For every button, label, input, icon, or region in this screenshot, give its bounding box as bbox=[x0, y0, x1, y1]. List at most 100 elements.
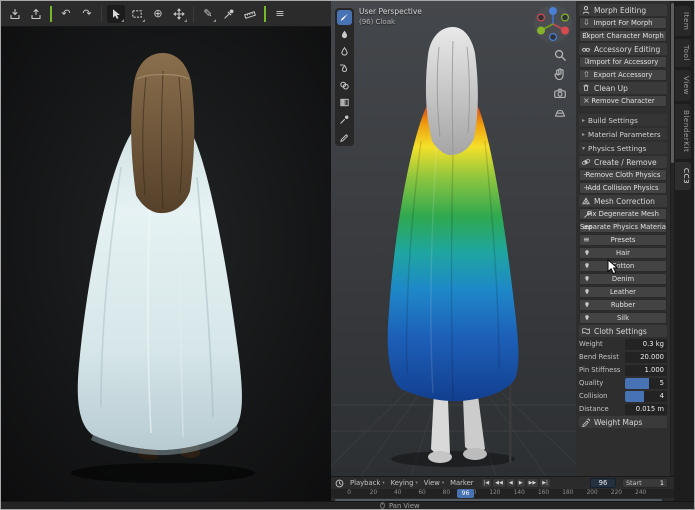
tab-blenderkit[interactable]: BlenderKit bbox=[675, 104, 691, 159]
fix-degenerate-mesh-button[interactable]: Fix Degenerate Mesh bbox=[579, 208, 667, 220]
remove-character-button[interactable]: × Remove Character bbox=[579, 95, 667, 107]
remove-cloth-physics-button[interactable]: − Remove Cloth Physics bbox=[579, 169, 667, 181]
smear-brush-tool[interactable] bbox=[337, 61, 352, 76]
preset-pin-icon bbox=[585, 276, 589, 282]
gradient-tool[interactable] bbox=[337, 95, 352, 110]
clone-brush-tool[interactable] bbox=[337, 78, 352, 93]
undo-button[interactable]: ↶ bbox=[57, 5, 75, 23]
cloth-weight-field[interactable]: 0.3 kg bbox=[625, 338, 667, 350]
cursor-tool-button[interactable]: ⊕ bbox=[149, 5, 167, 23]
gizmo-y-axis[interactable] bbox=[537, 26, 545, 35]
morph-editing-header[interactable]: Morph Editing bbox=[579, 4, 667, 16]
material-parameters-toggle[interactable]: ▸ Material Parameters bbox=[579, 128, 667, 140]
render-preview-viewport[interactable] bbox=[1, 27, 331, 501]
next-keyframe-button[interactable]: ▶▶ bbox=[526, 479, 539, 487]
menu-keying[interactable]: Keying ▾ bbox=[391, 479, 418, 487]
cloth-pin-stiffness-row: Pin Stiffness 1.000 bbox=[579, 364, 667, 376]
eyedropper-tool-button[interactable] bbox=[220, 5, 238, 23]
measure-ruler-icon bbox=[244, 10, 256, 19]
export-file-button[interactable] bbox=[27, 5, 45, 23]
cloth-quality-slider[interactable]: 5 bbox=[625, 377, 667, 389]
gizmo-x-axis[interactable] bbox=[561, 26, 569, 35]
blur-brush-tool[interactable] bbox=[337, 27, 352, 42]
create-remove-header[interactable]: Create / Remove bbox=[579, 156, 667, 168]
current-frame-field[interactable]: 96 bbox=[590, 478, 616, 488]
cloth-settings-header[interactable]: Cloth Settings bbox=[579, 325, 667, 337]
redo-button[interactable]: ↷ bbox=[78, 5, 96, 23]
sample-weight-tool[interactable] bbox=[337, 112, 352, 127]
timeline-clock-icon[interactable] bbox=[335, 479, 344, 488]
cloth-distance-field[interactable]: 0.015 m bbox=[625, 403, 667, 415]
mesh-correction-header[interactable]: Mesh Correction bbox=[579, 195, 667, 207]
preset-silk-button[interactable]: Silk bbox=[579, 312, 667, 324]
pan-hand-icon[interactable] bbox=[553, 67, 567, 81]
cloth-collision-slider[interactable]: 4 bbox=[625, 390, 667, 402]
separate-physics-materials-button[interactable]: Separate Physics Materials bbox=[579, 221, 667, 233]
preset-rubber-label: Rubber bbox=[610, 301, 636, 309]
gizmo-x-neg-axis[interactable] bbox=[536, 13, 546, 22]
view-object-label: (96) Cloak bbox=[359, 18, 396, 27]
menu-playback[interactable]: Playback ▾ bbox=[350, 479, 385, 487]
options-icon: ≡ bbox=[275, 7, 285, 20]
physics-settings-toggle[interactable]: ▾ Physics Settings bbox=[579, 142, 667, 154]
start-frame-field[interactable]: Start 1 bbox=[622, 478, 668, 488]
sidebar-tab-strip: Item Tool View BlenderKit CC3 bbox=[674, 1, 694, 501]
measure-tool-button[interactable] bbox=[241, 5, 259, 23]
options-button[interactable]: ≡ bbox=[271, 5, 289, 23]
preset-cotton-button[interactable]: Cotton bbox=[579, 260, 667, 272]
perspective-toggle-icon[interactable] bbox=[553, 105, 567, 119]
playhead-frame-badge[interactable]: 96 bbox=[457, 489, 474, 498]
draw-brush-tool[interactable] bbox=[337, 10, 352, 25]
play-button[interactable]: ▶ bbox=[516, 479, 525, 487]
tab-tool[interactable]: Tool bbox=[675, 39, 691, 68]
tab-cc3[interactable]: CC3 bbox=[675, 161, 691, 190]
build-settings-toggle[interactable]: ▸ Build Settings bbox=[579, 114, 667, 126]
import-for-accessory-button[interactable]: ⇩ Import for Accessory bbox=[579, 56, 667, 68]
cloth-quality-row: Quality 5 bbox=[579, 377, 667, 389]
tab-item[interactable]: Item bbox=[675, 6, 691, 37]
select-tool-button[interactable] bbox=[107, 4, 125, 23]
preset-hair-button[interactable]: Hair bbox=[579, 247, 667, 259]
tab-view[interactable]: View bbox=[675, 70, 691, 102]
accessory-editing-header[interactable]: Accessory Editing bbox=[579, 43, 667, 55]
camera-view-icon[interactable] bbox=[553, 86, 567, 100]
gizmo-y-neg-axis[interactable] bbox=[561, 13, 570, 22]
transform-tool-button[interactable] bbox=[170, 5, 188, 23]
zoom-icon[interactable] bbox=[553, 48, 567, 62]
import-for-morph-button[interactable]: ⇩ Import For Morph bbox=[579, 17, 667, 29]
annotate-viewport-tool[interactable] bbox=[337, 129, 352, 144]
cloth-bend-resist-field[interactable]: 20.000 bbox=[625, 351, 667, 363]
add-collision-physics-button[interactable]: + Add Collision Physics bbox=[579, 182, 667, 194]
preset-denim-button[interactable]: Denim bbox=[579, 273, 667, 285]
export-icon: ⇧ bbox=[583, 70, 590, 79]
average-brush-tool[interactable] bbox=[337, 44, 352, 59]
prev-keyframe-button[interactable]: ◀◀ bbox=[493, 479, 505, 487]
export-file-icon bbox=[31, 8, 41, 19]
cloth-pin-stiffness-value: 1.000 bbox=[644, 366, 664, 374]
playhead[interactable]: 96 bbox=[457, 489, 474, 498]
menu-marker[interactable]: Marker bbox=[450, 479, 474, 487]
navigation-gizmo[interactable] bbox=[533, 4, 573, 44]
box-select-tool-button[interactable] bbox=[128, 5, 146, 23]
gizmo-z-axis[interactable] bbox=[549, 7, 557, 15]
dropdown-indicator-icon bbox=[213, 18, 216, 22]
preset-leather-button[interactable]: Leather bbox=[579, 286, 667, 298]
jump-to-end-button[interactable]: ▶| bbox=[540, 479, 550, 487]
weight-maps-header[interactable]: Weight Maps bbox=[579, 416, 667, 428]
viewport-3d[interactable]: User Perspective (96) Cloak bbox=[331, 1, 576, 476]
menu-view[interactable]: View ▾ bbox=[424, 479, 444, 487]
presets-button[interactable]: ≡ Presets bbox=[579, 234, 667, 246]
timeline-ruler[interactable]: 0 20 40 60 80 100 120 140 160 180 200 22… bbox=[331, 489, 674, 498]
jump-to-start-button[interactable]: |◀ bbox=[481, 479, 492, 487]
export-accessory-button[interactable]: ⇧ Export Accessory bbox=[579, 69, 667, 81]
export-character-morph-button[interactable]: ⇧ Export Character Morph bbox=[579, 30, 667, 42]
play-reverse-button[interactable]: ◀ bbox=[506, 479, 515, 487]
physics-icon bbox=[581, 159, 591, 165]
gizmo-z-neg-axis[interactable] bbox=[549, 33, 558, 42]
cloth-pin-stiffness-field[interactable]: 1.000 bbox=[625, 364, 667, 376]
annotate-tool-button[interactable]: ✎ bbox=[199, 5, 217, 23]
preset-rubber-button[interactable]: Rubber bbox=[579, 299, 667, 311]
blur-brush-icon bbox=[341, 30, 348, 39]
import-file-button[interactable] bbox=[6, 5, 24, 23]
clean-up-header[interactable]: Clean Up bbox=[579, 82, 667, 94]
